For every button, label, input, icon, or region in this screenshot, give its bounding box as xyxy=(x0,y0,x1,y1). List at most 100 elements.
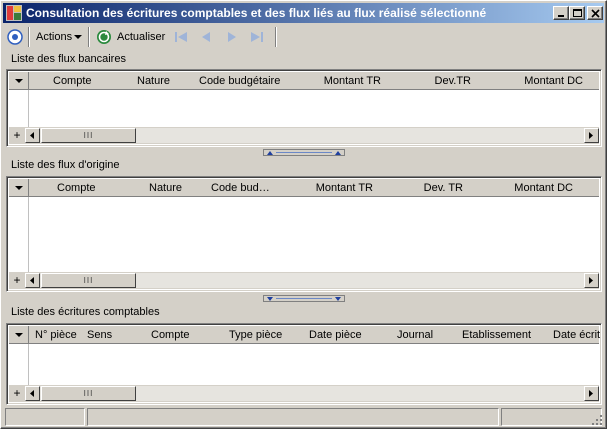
title-bar[interactable]: Consultation des écritures comptables et… xyxy=(3,3,604,23)
arrow-left-icon xyxy=(30,132,34,139)
refresh-button[interactable]: Actualiser xyxy=(96,27,165,47)
row-selector-column xyxy=(9,197,29,272)
toolbar-separator xyxy=(275,27,277,47)
horizontal-scrollbar[interactable]: III xyxy=(25,128,599,143)
next-icon xyxy=(228,32,236,42)
target-icon xyxy=(7,29,23,45)
column-header[interactable]: Nature xyxy=(149,179,205,197)
app-icon xyxy=(6,5,22,21)
grid-footer: + III xyxy=(9,385,599,402)
minimize-button[interactable] xyxy=(553,6,569,20)
refresh-label: Actualiser xyxy=(117,31,166,43)
column-header[interactable]: Date pièce xyxy=(309,326,373,344)
column-header[interactable]: Nature xyxy=(137,72,193,90)
row-selector-column xyxy=(9,90,29,127)
chevron-down-icon xyxy=(15,79,23,83)
toolbar: Actions Actualiser xyxy=(3,25,604,49)
maximize-icon xyxy=(573,9,582,17)
scroll-left-button[interactable] xyxy=(25,128,40,143)
bank-flows-grid[interactable]: Compte Nature Code budgétaire Montant TR… xyxy=(6,69,602,147)
status-panel xyxy=(501,408,602,426)
close-icon xyxy=(591,9,600,18)
status-panel xyxy=(5,408,85,426)
column-chooser-button[interactable] xyxy=(9,72,29,90)
arrow-right-icon xyxy=(589,132,593,139)
origin-flows-section-label: Liste des flux d'origine xyxy=(11,159,120,171)
scroll-thumb[interactable]: III xyxy=(41,128,136,143)
arrow-right-icon xyxy=(589,390,593,397)
previous-record-button[interactable] xyxy=(199,27,213,47)
scroll-right-button[interactable] xyxy=(584,128,599,143)
arrow-left-icon xyxy=(30,277,34,284)
next-record-button[interactable] xyxy=(225,27,239,47)
close-button[interactable] xyxy=(587,6,603,20)
scroll-right-button[interactable] xyxy=(584,273,599,288)
chevron-down-icon xyxy=(15,186,23,190)
status-bar xyxy=(3,407,604,427)
arrow-right-icon xyxy=(589,277,593,284)
grid-footer: + III xyxy=(9,272,599,289)
column-header[interactable]: Dev.TR xyxy=(409,72,471,90)
refresh-icon xyxy=(97,30,111,44)
column-chooser-button[interactable] xyxy=(9,179,29,197)
column-header[interactable]: Montant DC xyxy=(489,179,573,197)
collapse-down-icon xyxy=(267,297,273,301)
first-record-button[interactable] xyxy=(173,27,189,47)
column-header[interactable]: Type pièce xyxy=(229,326,293,344)
grid-footer: + III xyxy=(9,127,599,144)
main-window: Consultation des écritures comptables et… xyxy=(0,0,607,429)
previous-icon xyxy=(202,32,210,42)
grid-header: Compte Nature Code bud… Montant TR Dev. … xyxy=(9,179,599,197)
collapse-splitter[interactable] xyxy=(263,149,345,156)
options-button[interactable] xyxy=(7,27,23,47)
maximize-button[interactable] xyxy=(569,6,585,20)
accounting-entries-grid[interactable]: N° pièce Sens Compte Type pièce Date piè… xyxy=(6,323,602,405)
scroll-right-button[interactable] xyxy=(584,386,599,401)
horizontal-scrollbar[interactable]: III xyxy=(25,273,599,288)
add-row-button[interactable]: + xyxy=(11,387,23,400)
resize-grip-icon[interactable] xyxy=(591,414,603,426)
minimize-icon xyxy=(558,15,564,17)
scroll-left-button[interactable] xyxy=(25,273,40,288)
grid-header: N° pièce Sens Compte Type pièce Date piè… xyxy=(9,326,601,344)
column-header[interactable]: Compte xyxy=(57,179,117,197)
column-chooser-button[interactable] xyxy=(9,326,29,344)
row-selector-column xyxy=(9,344,29,385)
column-header[interactable]: Montant TR xyxy=(309,72,381,90)
origin-flows-grid[interactable]: Compte Nature Code bud… Montant TR Dev. … xyxy=(6,176,602,292)
bank-flows-section-label: Liste des flux bancaires xyxy=(11,53,126,65)
column-header[interactable]: Journal xyxy=(397,326,447,344)
scroll-left-button[interactable] xyxy=(25,386,40,401)
actions-label: Actions xyxy=(36,31,73,43)
collapse-splitter[interactable] xyxy=(263,295,345,302)
toolbar-separator xyxy=(28,27,30,47)
column-header[interactable]: Etablissement xyxy=(462,326,542,344)
column-header[interactable]: Date écrit xyxy=(553,326,601,344)
accounting-entries-section-label: Liste des écritures comptables xyxy=(11,306,160,318)
chevron-down-icon xyxy=(15,333,23,337)
status-panel xyxy=(87,408,499,426)
add-row-button[interactable]: + xyxy=(11,129,23,142)
last-record-button[interactable] xyxy=(249,27,265,47)
scroll-thumb[interactable]: III xyxy=(41,273,136,288)
collapse-up-icon xyxy=(267,151,273,155)
collapse-down-icon xyxy=(335,297,341,301)
column-header[interactable]: Code bud… xyxy=(211,179,301,197)
column-header[interactable]: Montant TR xyxy=(301,179,373,197)
column-header[interactable]: Compte xyxy=(151,326,211,344)
chevron-down-icon xyxy=(74,34,83,39)
toolbar-separator xyxy=(88,27,90,47)
actions-menu-button[interactable]: Actions xyxy=(36,27,83,47)
column-header[interactable]: Code budgétaire xyxy=(199,72,299,90)
horizontal-scrollbar[interactable]: III xyxy=(25,386,599,401)
column-header[interactable]: N° pièce xyxy=(35,326,85,344)
column-header[interactable]: Montant DC xyxy=(499,72,583,90)
column-header[interactable]: Dev. TR xyxy=(401,179,463,197)
last-page-icon xyxy=(251,32,263,42)
window-title: Consultation des écritures comptables et… xyxy=(26,6,487,20)
first-page-icon xyxy=(175,32,187,42)
scroll-thumb[interactable]: III xyxy=(41,386,136,401)
add-row-button[interactable]: + xyxy=(11,274,23,287)
column-header[interactable]: Sens xyxy=(87,326,127,344)
column-header[interactable]: Compte xyxy=(53,72,113,90)
